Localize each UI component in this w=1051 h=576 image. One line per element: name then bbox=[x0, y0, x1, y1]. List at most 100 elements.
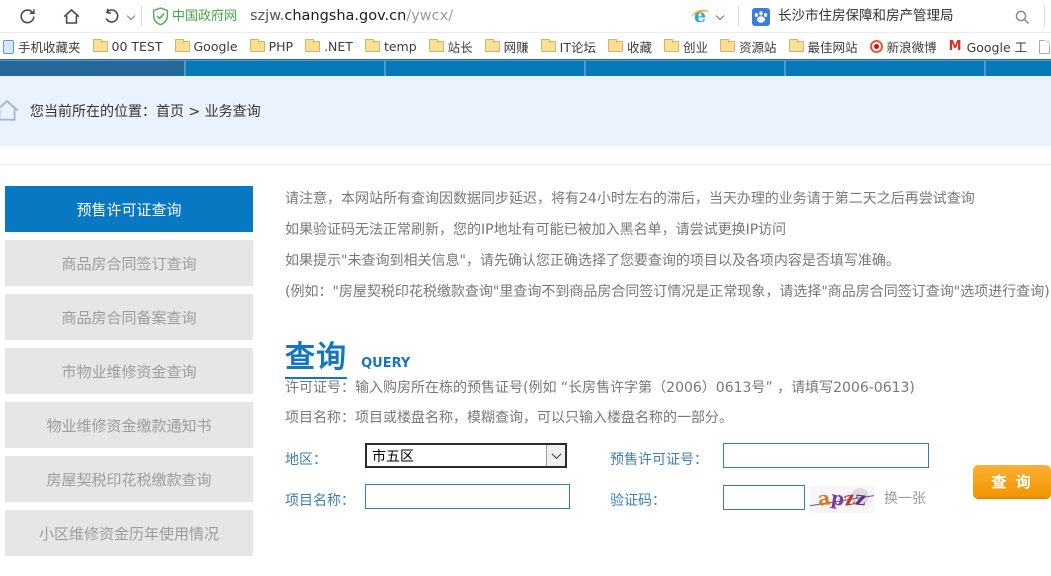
breadcrumb-band: 您当前所在的位置：首页 > 业务查询 bbox=[0, 76, 1051, 146]
bookmark-label: IT论坛 bbox=[560, 37, 596, 56]
sidebar-item-label: 预售许可证查询 bbox=[76, 199, 181, 220]
nav-segment[interactable] bbox=[786, 61, 984, 77]
bookmarks-bar: 手机收藏夹 00 TEST Google PHP .NET bbox=[0, 34, 1051, 59]
sidebar-item-label: 商品房合同签订查询 bbox=[61, 253, 196, 274]
bookmark-item[interactable]: PHP bbox=[250, 39, 293, 54]
bookmark-label: 站长 bbox=[448, 37, 473, 56]
bookmark-item[interactable]: 搜狗云输入 bbox=[1039, 37, 1051, 56]
bookmark-item[interactable]: 收藏 bbox=[608, 37, 652, 56]
project-name-label: 项目名称： bbox=[285, 490, 355, 510]
sidebar-item[interactable]: 商品房合同签订查询 bbox=[5, 240, 253, 286]
bookmark-item[interactable]: 00 TEST bbox=[93, 39, 163, 54]
notice-line: 如果提示"未查询到相关信息"，请先确认您正确选择了您要查询的项目以及各项内容是否… bbox=[285, 244, 1045, 275]
breadcrumb: 您当前所在的位置：首页 > 业务查询 bbox=[0, 98, 261, 124]
bookmark-icon bbox=[365, 41, 380, 52]
bookmark-icon bbox=[541, 41, 556, 52]
search-icon[interactable] bbox=[1014, 9, 1031, 26]
sidebar-item-label: 物业维修资金缴款通知书 bbox=[46, 415, 211, 436]
query-submit-button[interactable]: 查 询 bbox=[973, 465, 1051, 497]
captcha-image[interactable]: a p z z bbox=[810, 486, 874, 513]
bookmark-item[interactable]: Google 工 bbox=[949, 37, 1028, 56]
bookmark-item[interactable]: 站长 bbox=[429, 37, 473, 56]
sidebar-item[interactable]: 预售许可证查询 bbox=[5, 186, 253, 232]
sidebar-item-label: 房屋契税印花税缴款查询 bbox=[46, 469, 211, 490]
bookmark-icon bbox=[789, 41, 804, 52]
captcha-label: 验证码： bbox=[610, 490, 666, 510]
home-breadcrumb-icon bbox=[0, 98, 20, 124]
sidebar-item[interactable]: 房屋契税印花税缴款查询 bbox=[5, 456, 253, 502]
tip-line: 许可证号：输入购房所在栋的预售证号(例如 “长房售许字第（2006）0613号”… bbox=[285, 372, 1045, 402]
bookmark-icon bbox=[870, 40, 883, 53]
toolbar-divider bbox=[738, 6, 739, 26]
nav-segment[interactable] bbox=[986, 61, 1051, 77]
bookmark-item[interactable]: 新浪微博 bbox=[870, 37, 937, 56]
url-path: /ywcx/ bbox=[406, 8, 453, 24]
bookmark-label: Google bbox=[194, 39, 238, 54]
bookmark-icon bbox=[608, 41, 623, 52]
home-icon[interactable] bbox=[62, 7, 81, 26]
bookmark-icon bbox=[175, 41, 190, 52]
bookmark-label: temp bbox=[384, 39, 417, 54]
captcha-char: z bbox=[854, 489, 867, 509]
tip-line: 项目名称：项目或楼盘名称，模糊查询，可以只输入楼盘名称的一部分。 bbox=[285, 402, 1045, 432]
notice-line: 请注意，本网站所有查询因数据同步延迟，将有24小时左右的滞后，当天办理的业务请于… bbox=[285, 182, 1045, 213]
notice-list: 请注意，本网站所有查询因数据同步延迟，将有24小时左右的滞后，当天办理的业务请于… bbox=[285, 182, 1045, 306]
region-label: 地区： bbox=[285, 449, 327, 469]
query-sidebar: 预售许可证查询 商品房合同签订查询 商品房合同备案查询 市物业维修资金查询 物业… bbox=[5, 186, 253, 564]
ie-browser-icon[interactable] bbox=[692, 4, 712, 28]
bookmark-item[interactable]: 创业 bbox=[664, 37, 708, 56]
sidebar-item[interactable]: 物业维修资金缴款通知书 bbox=[5, 402, 253, 448]
bookmark-label: 收藏 bbox=[627, 37, 652, 56]
address-bar[interactable]: szjw.changsha.gov.cn/ywcx/ bbox=[250, 0, 453, 33]
browser-mode-caret-icon[interactable] bbox=[716, 13, 723, 20]
sidebar-item[interactable]: 商品房合同备案查询 bbox=[5, 294, 253, 340]
bookmark-label: PHP bbox=[269, 39, 293, 54]
permit-number-label: 预售许可证号： bbox=[610, 449, 708, 469]
back-undo-icon[interactable] bbox=[102, 7, 121, 26]
notice-line: (例如："房屋契税印花税缴款查询"里查询不到商品房合同签订情况是正常现象，请选择… bbox=[285, 275, 1045, 306]
bookmark-item[interactable]: 网赚 bbox=[485, 37, 529, 56]
bookmark-item[interactable]: 最佳网站 bbox=[789, 37, 858, 56]
bookmark-icon bbox=[949, 41, 963, 53]
nav-segment[interactable] bbox=[386, 61, 584, 77]
project-name-input[interactable] bbox=[365, 484, 570, 509]
captcha-input[interactable] bbox=[723, 485, 805, 510]
sidebar-item-label: 商品房合同备案查询 bbox=[61, 307, 196, 328]
bookmark-icon bbox=[3, 40, 14, 54]
bookmark-label: 资源站 bbox=[739, 37, 777, 56]
site-nav-bar bbox=[0, 59, 1051, 76]
site-verify-shield-icon bbox=[152, 7, 169, 26]
back-history-caret-icon[interactable] bbox=[127, 13, 134, 20]
bookmark-icon bbox=[250, 41, 265, 52]
captcha-refresh-link[interactable]: 换一张 bbox=[884, 488, 926, 508]
bookmark-icon bbox=[305, 41, 320, 52]
bookmark-item[interactable]: 资源站 bbox=[720, 37, 777, 56]
browser-toolbar: 中国政府网 szjw.changsha.gov.cn/ywcx/ 长沙市住房保障… bbox=[0, 0, 1051, 33]
bookmark-item[interactable]: temp bbox=[365, 39, 417, 54]
bookmark-label: 最佳网站 bbox=[808, 37, 858, 56]
region-select[interactable]: 市五区 bbox=[365, 443, 567, 468]
bookmark-item[interactable]: Google bbox=[175, 39, 238, 54]
bookmark-item[interactable]: 手机收藏夹 bbox=[3, 37, 81, 56]
nav-segment[interactable] bbox=[586, 61, 784, 77]
bookmark-label: .NET bbox=[324, 39, 353, 54]
nav-segment[interactable] bbox=[186, 61, 384, 77]
toolbar-divider bbox=[1044, 6, 1045, 26]
sidebar-item-label: 小区维修资金历年使用情况 bbox=[39, 523, 219, 544]
url-subdomain: szjw. bbox=[250, 8, 284, 24]
refresh-icon[interactable] bbox=[18, 7, 37, 26]
url-domain: changsha.gov.cn bbox=[284, 8, 406, 24]
sidebar-item[interactable]: 市物业维修资金查询 bbox=[5, 348, 253, 394]
region-selected-value: 市五区 bbox=[367, 446, 546, 466]
bookmark-icon bbox=[1039, 40, 1050, 54]
bookmark-icon bbox=[429, 41, 444, 52]
tab-page-title: 长沙市住房保障和房产管理局 bbox=[778, 0, 954, 33]
bookmark-item[interactable]: .NET bbox=[305, 39, 353, 54]
site-verify-label: 中国政府网 bbox=[172, 0, 237, 33]
breadcrumb-text[interactable]: 您当前所在的位置：首页 > 业务查询 bbox=[30, 101, 261, 121]
sidebar-item[interactable]: 小区维修资金历年使用情况 bbox=[5, 510, 253, 556]
nav-segment[interactable] bbox=[0, 61, 184, 77]
permit-number-input[interactable] bbox=[723, 443, 929, 468]
header-divider bbox=[0, 164, 1051, 165]
bookmark-item[interactable]: IT论坛 bbox=[541, 37, 596, 56]
